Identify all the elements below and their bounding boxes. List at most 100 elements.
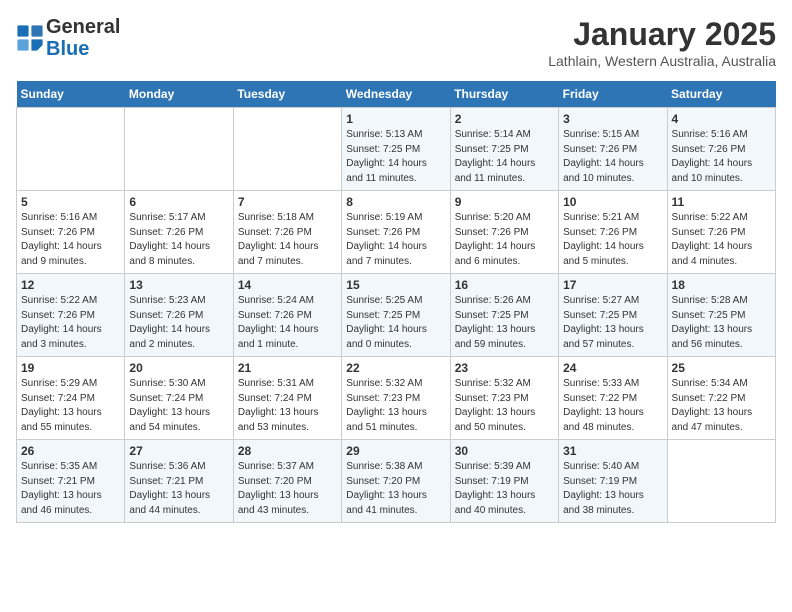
day-number: 22 [346,361,445,375]
calendar-cell: 25 Sunrise: 5:34 AMSunset: 7:22 PMDayligh… [667,357,775,440]
day-info: Sunrise: 5:38 AMSunset: 7:20 PMDaylight:… [346,460,445,518]
day-info: Sunrise: 5:26 AMSunset: 7:25 PMDaylight:… [455,294,554,352]
day-info: Sunrise: 5:31 AMSunset: 7:24 PMDaylight:… [238,377,337,435]
logo: General Blue [16,16,120,60]
day-number: 8 [346,195,445,209]
weekday-header-thursday: Thursday [450,81,558,108]
calendar-cell [233,108,341,191]
calendar-cell: 6Sunrise: 5:17 AMSunset: 7:26 PMDaylight… [125,191,233,274]
day-info: Sunrise: 5:25 AMSunset: 7:25 PMDaylight:… [346,294,445,352]
day-info: Sunrise: 5:33 AMSunset: 7:22 PMDaylight:… [563,377,662,435]
day-info: Sunrise: 5:14 AMSunset: 7:25 PMDaylight:… [455,128,554,186]
day-number: 6 [129,195,228,209]
day-number: 10 [563,195,662,209]
logo-text: General Blue [46,16,120,60]
calendar-cell: 1Sunrise: 5:13 AMSunset: 7:25 PMDaylight… [342,108,450,191]
day-info: Sunrise: 5:40 AMSunset: 7:19 PMDaylight:… [563,460,662,518]
day-number: 20 [129,361,228,375]
day-number: 26 [21,444,120,458]
weekday-header-saturday: Saturday [667,81,775,108]
day-number: 4 [672,112,771,126]
calendar-cell: 10 Sunrise: 5:21 AMSunset: 7:26 PMDayligh… [559,191,667,274]
day-info: Sunrise: 5:30 AMSunset: 7:24 PMDaylight:… [129,377,228,435]
day-info: Sunrise: 5:16 AMSunset: 7:26 PMDaylight:… [672,128,771,186]
day-info: Sunrise: 5:19 AMSunset: 7:26 PMDaylight:… [346,211,445,269]
day-info: Sunrise: 5:22 AMSunset: 7:26 PMDaylight:… [21,294,120,352]
weekday-header-friday: Friday [559,81,667,108]
logo-icon [16,24,44,52]
calendar-cell: 17Sunrise: 5:27 AMSunset: 7:25 PMDayligh… [559,274,667,357]
day-number: 12 [21,278,120,292]
day-info: Sunrise: 5:15 AMSunset: 7:26 PMDaylight:… [563,128,662,186]
calendar-cell: 24Sunrise: 5:33 AMSunset: 7:22 PMDayligh… [559,357,667,440]
day-number: 2 [455,112,554,126]
day-info: Sunrise: 5:28 AMSunset: 7:25 PMDaylight:… [672,294,771,352]
day-number: 31 [563,444,662,458]
calendar-cell: 9 Sunrise: 5:20 AMSunset: 7:26 PMDaylight… [450,191,558,274]
day-number: 18 [672,278,771,292]
day-info: Sunrise: 5:39 AMSunset: 7:19 PMDaylight:… [455,460,554,518]
calendar-cell: 20 Sunrise: 5:30 AMSunset: 7:24 PMDayligh… [125,357,233,440]
day-number: 9 [455,195,554,209]
weekday-header-sunday: Sunday [17,81,125,108]
day-info: Sunrise: 5:32 AMSunset: 7:23 PMDaylight:… [346,377,445,435]
day-number: 15 [346,278,445,292]
calendar-cell: 5 Sunrise: 5:16 AMSunset: 7:26 PMDaylight… [17,191,125,274]
day-info: Sunrise: 5:16 AMSunset: 7:26 PMDaylight:… [21,211,120,269]
day-info: Sunrise: 5:21 AMSunset: 7:26 PMDaylight:… [563,211,662,269]
calendar-cell: 30Sunrise: 5:39 AMSunset: 7:19 PMDayligh… [450,440,558,523]
calendar-cell: 8 Sunrise: 5:19 AMSunset: 7:26 PMDaylight… [342,191,450,274]
day-number: 27 [129,444,228,458]
day-number: 5 [21,195,120,209]
calendar-week-5: 26 Sunrise: 5:35 AMSunset: 7:21 PMDayligh… [17,440,776,523]
weekday-header-monday: Monday [125,81,233,108]
day-info: Sunrise: 5:35 AMSunset: 7:21 PMDaylight:… [21,460,120,518]
day-number: 11 [672,195,771,209]
calendar-cell: 13Sunrise: 5:23 AMSunset: 7:26 PMDayligh… [125,274,233,357]
day-info: Sunrise: 5:34 AMSunset: 7:22 PMDaylight:… [672,377,771,435]
day-info: Sunrise: 5:20 AMSunset: 7:26 PMDaylight:… [455,211,554,269]
calendar-cell [667,440,775,523]
calendar-cell: 27Sunrise: 5:36 AMSunset: 7:21 PMDayligh… [125,440,233,523]
day-number: 23 [455,361,554,375]
day-number: 21 [238,361,337,375]
calendar-cell: 31 Sunrise: 5:40 AMSunset: 7:19 PMDayligh… [559,440,667,523]
day-info: Sunrise: 5:27 AMSunset: 7:25 PMDaylight:… [563,294,662,352]
calendar-cell: 3Sunrise: 5:15 AMSunset: 7:26 PMDaylight… [559,108,667,191]
day-number: 28 [238,444,337,458]
calendar-cell: 11 Sunrise: 5:22 AMSunset: 7:26 PMDayligh… [667,191,775,274]
calendar-cell: 18 Sunrise: 5:28 AMSunset: 7:25 PMDayligh… [667,274,775,357]
calendar-cell: 28 Sunrise: 5:37 AMSunset: 7:20 PMDayligh… [233,440,341,523]
calendar-week-2: 5 Sunrise: 5:16 AMSunset: 7:26 PMDaylight… [17,191,776,274]
weekday-header-row: SundayMondayTuesdayWednesdayThursdayFrid… [17,81,776,108]
calendar-cell: 4 Sunrise: 5:16 AMSunset: 7:26 PMDaylight… [667,108,775,191]
month-title: January 2025 [548,16,776,53]
calendar-cell: 2 Sunrise: 5:14 AMSunset: 7:25 PMDaylight… [450,108,558,191]
calendar-week-1: 1Sunrise: 5:13 AMSunset: 7:25 PMDaylight… [17,108,776,191]
page-header: General Blue January 2025 Lathlain, West… [16,16,776,69]
logo-general-text: General [46,16,120,38]
day-info: Sunrise: 5:22 AMSunset: 7:26 PMDaylight:… [672,211,771,269]
day-info: Sunrise: 5:18 AMSunset: 7:26 PMDaylight:… [238,211,337,269]
weekday-header-wednesday: Wednesday [342,81,450,108]
day-number: 16 [455,278,554,292]
calendar-cell [125,108,233,191]
day-info: Sunrise: 5:37 AMSunset: 7:20 PMDaylight:… [238,460,337,518]
calendar-cell: 19 Sunrise: 5:29 AMSunset: 7:24 PMDayligh… [17,357,125,440]
day-number: 25 [672,361,771,375]
calendar-week-4: 19 Sunrise: 5:29 AMSunset: 7:24 PMDayligh… [17,357,776,440]
weekday-header-tuesday: Tuesday [233,81,341,108]
day-number: 13 [129,278,228,292]
location-title: Lathlain, Western Australia, Australia [548,53,776,69]
calendar-cell: 16 Sunrise: 5:26 AMSunset: 7:25 PMDayligh… [450,274,558,357]
day-info: Sunrise: 5:32 AMSunset: 7:23 PMDaylight:… [455,377,554,435]
title-block: January 2025 Lathlain, Western Australia… [548,16,776,69]
day-number: 19 [21,361,120,375]
day-info: Sunrise: 5:29 AMSunset: 7:24 PMDaylight:… [21,377,120,435]
day-number: 7 [238,195,337,209]
calendar-cell: 21 Sunrise: 5:31 AMSunset: 7:24 PMDayligh… [233,357,341,440]
day-number: 29 [346,444,445,458]
calendar-cell: 22 Sunrise: 5:32 AMSunset: 7:23 PMDayligh… [342,357,450,440]
calendar-cell: 23 Sunrise: 5:32 AMSunset: 7:23 PMDayligh… [450,357,558,440]
calendar-cell [17,108,125,191]
